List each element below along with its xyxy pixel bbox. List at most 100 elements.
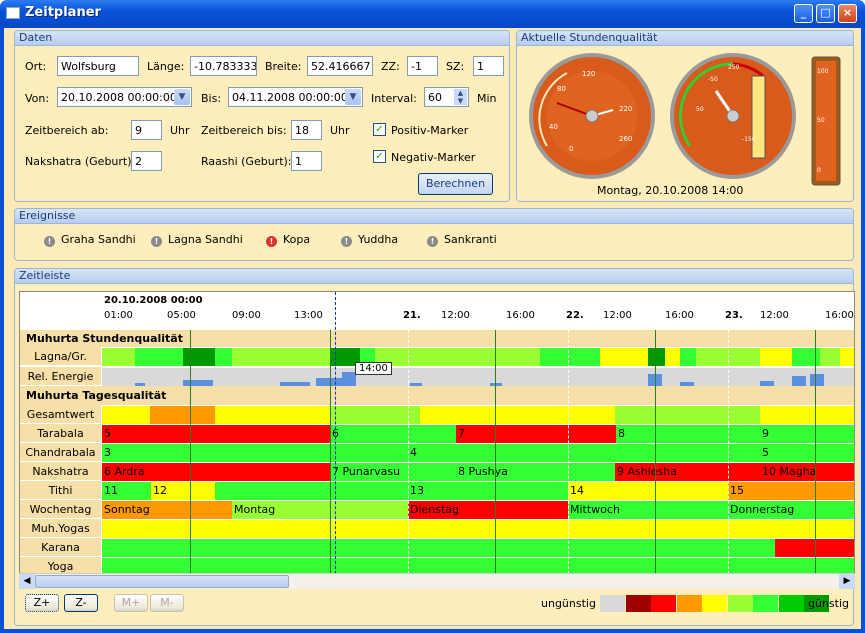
timeline-grid[interactable]: 20.10.2008 00:00 01:00 05:00 09:00 13:00 21.…: [19, 291, 855, 589]
row-label-tarabala: Tarabala: [20, 424, 101, 443]
chevron-down-icon[interactable]: ▼: [345, 89, 361, 105]
marker-line: [815, 330, 816, 574]
svg-text:80: 80: [557, 85, 566, 93]
m-minus-button[interactable]: M-: [150, 594, 184, 612]
interval-value: 60: [428, 91, 442, 104]
tithi-segment: 12: [151, 482, 215, 500]
svg-text:220: 220: [619, 105, 632, 113]
time-tick-label: 21.: [403, 310, 421, 321]
time-axis: 20.10.2008 00:00 01:00 05:00 09:00 13:00 21.…: [20, 292, 854, 330]
scroll-thumb[interactable]: [35, 575, 289, 588]
maximize-button[interactable]: □: [816, 4, 835, 23]
zoom-in-button[interactable]: Z+: [25, 594, 59, 612]
event-label: Sankranti: [444, 233, 497, 246]
energie-bar: [490, 383, 502, 386]
event-sankranti[interactable]: ! Sankranti: [427, 233, 497, 247]
bis-datepicker[interactable]: 04.11.2008 00:00:00 ▼: [228, 87, 363, 107]
close-button[interactable]: ×: [838, 4, 857, 23]
minimize-button[interactable]: _: [794, 4, 813, 23]
interval-unit: Min: [477, 92, 497, 105]
nakshatra-segment: 7 Punarvasu: [330, 463, 456, 481]
time-tick-label: 12:00: [760, 310, 789, 321]
horizontal-scrollbar[interactable]: ◀ ▶: [19, 573, 855, 589]
karana-segment: [102, 539, 775, 557]
breite-label: Breite:: [265, 60, 302, 73]
scroll-left-icon[interactable]: ◀: [19, 574, 35, 589]
marker-line: [330, 330, 331, 574]
von-value: 20.10.2008 00:00:00: [61, 91, 177, 104]
interval-label: Interval:: [371, 92, 417, 105]
ort-field[interactable]: Wolfsburg: [57, 56, 139, 76]
svg-text:120: 120: [582, 70, 595, 78]
lagna-segment: [102, 348, 135, 366]
info-icon: !: [341, 236, 352, 247]
tarabala-segment: 7: [456, 425, 616, 443]
energie-bar: [810, 374, 824, 386]
tithi-segment: 11: [102, 482, 151, 500]
gesamtwert-segment: [615, 406, 760, 424]
svg-text:50: 50: [817, 117, 825, 124]
event-kopa[interactable]: ! Kopa: [266, 233, 310, 247]
nakshatra-geburt-label: Nakshatra (Geburt):: [25, 155, 136, 168]
laenge-field[interactable]: -10.783333: [190, 56, 257, 76]
event-graha-sandhi[interactable]: ! Graha Sandhi: [44, 233, 136, 247]
tithi-segment: 15: [728, 482, 854, 500]
stundenqualitaet-header: Aktuelle Stundenqualität: [517, 31, 853, 46]
lagna-segment: [680, 348, 696, 366]
event-label: Lagna Sandhi: [168, 233, 243, 246]
lagna-segment: [232, 348, 330, 366]
time-tick-label: 12:00: [441, 310, 470, 321]
speed-gauge: 40 80 120 220 260 0: [529, 53, 655, 179]
legend-swatch: [676, 595, 702, 612]
nakshatra-geburt-field[interactable]: 2: [131, 151, 162, 171]
lagna-segment: [760, 348, 792, 366]
spinner-arrows-icon[interactable]: ▲ ▼: [454, 89, 467, 105]
title-bar: Zeitplaner _ □ ×: [0, 0, 865, 28]
positiv-marker-checkbox[interactable]: ✓: [373, 123, 386, 136]
time-tick-label: 05:00: [167, 310, 196, 321]
legend-swatch: [727, 595, 753, 612]
breite-field[interactable]: 52.416667: [307, 56, 373, 76]
energie-bar: [135, 383, 145, 386]
svg-text:250: 250: [728, 64, 740, 71]
von-datepicker[interactable]: 20.10.2008 00:00:00 ▼: [57, 87, 192, 107]
gesamtwert-segment: [102, 406, 150, 424]
raashi-geburt-field[interactable]: 1: [291, 151, 322, 171]
energie-bar: [183, 380, 213, 386]
energie-bar: [342, 372, 356, 386]
sz-field[interactable]: 1: [473, 56, 504, 76]
zeitbereich-ab-label: Zeitbereich ab:: [25, 124, 109, 137]
m-plus-button[interactable]: M+: [114, 594, 148, 612]
energie-bar: [680, 382, 694, 386]
alert-icon: !: [266, 236, 277, 247]
row-label-nakshatra: Nakshatra: [20, 462, 101, 481]
time-cursor[interactable]: [335, 292, 336, 574]
info-icon: !: [44, 236, 55, 247]
zoom-out-button[interactable]: Z-: [64, 594, 98, 612]
time-tick-label: 16:00: [825, 310, 854, 321]
negativ-marker-checkbox[interactable]: ✓: [373, 150, 386, 163]
row-label-energie: Rel. Energie: [20, 367, 101, 386]
row-label-karana: Karana: [20, 538, 101, 557]
marker-line: [655, 330, 656, 574]
scroll-right-icon[interactable]: ▶: [839, 574, 855, 589]
berechnen-button[interactable]: Berechnen: [418, 173, 493, 195]
chandrabala-segment: 3: [102, 444, 408, 462]
application-window: Zeitplaner _ □ × Daten Ort: Wolfsburg Lä…: [0, 0, 865, 633]
ereignisse-group: Ereignisse ! Graha Sandhi ! Lagna Sandhi !…: [14, 208, 854, 261]
zz-field[interactable]: -1: [407, 56, 438, 76]
zeitbereich-bis-field[interactable]: 18: [291, 120, 322, 140]
time-tick-label: 13:00: [294, 310, 323, 321]
level-slider: 100 50 0: [811, 56, 841, 186]
tarabala-segment: 9: [760, 425, 854, 443]
energie-bar: [792, 376, 806, 386]
zeitbereich-ab-field[interactable]: 9: [131, 120, 162, 140]
event-lagna-sandhi[interactable]: ! Lagna Sandhi: [151, 233, 243, 247]
lagna-segment: [840, 348, 854, 366]
energy-gauge: -50 50 250 -150: [670, 53, 796, 179]
chevron-down-icon[interactable]: ▼: [174, 89, 190, 105]
svg-text:0: 0: [569, 145, 573, 153]
event-yuddha[interactable]: ! Yuddha: [341, 233, 398, 247]
interval-stepper[interactable]: 60 ▲ ▼: [424, 87, 469, 107]
ereignisse-header: Ereignisse: [15, 209, 853, 224]
